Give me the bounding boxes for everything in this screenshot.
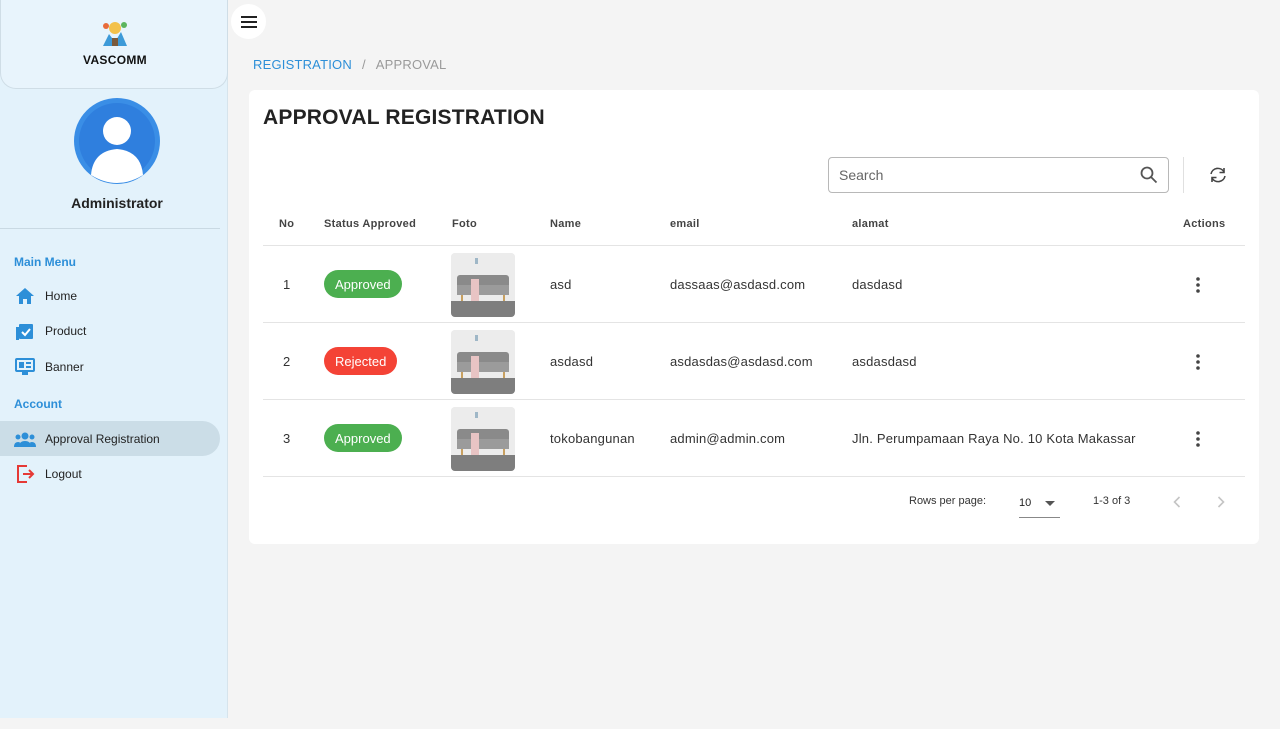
cell-alamat: dasdasd	[852, 277, 903, 292]
sidebar-item-label: Logout	[45, 466, 82, 481]
hamburger-icon	[240, 15, 257, 28]
column-header-alamat: alamat	[852, 218, 889, 230]
rows-per-page-value: 10	[1019, 497, 1032, 509]
cell-no: 1	[283, 277, 291, 292]
breadcrumb-link-registration[interactable]: REGISTRATION	[253, 57, 352, 72]
row-actions-button[interactable]	[1187, 428, 1209, 450]
column-header-name: Name	[550, 218, 582, 230]
brand-logo	[103, 22, 127, 46]
page-title: APPROVAL REGISTRATION	[263, 106, 545, 129]
sidebar-item-label: Product	[45, 323, 87, 338]
table-row: 3 Approved tokobangunan admin@admin.com …	[263, 400, 1245, 477]
brand-header: VASCOMM	[0, 0, 228, 89]
status-badge: Rejected	[324, 347, 398, 375]
row-actions-button[interactable]	[1187, 351, 1209, 373]
home-icon	[14, 285, 36, 307]
cell-no: 3	[283, 431, 291, 446]
chevron-right-icon	[1217, 496, 1225, 508]
monitor-icon	[14, 356, 36, 378]
sidebar-item-label: Approval Registration	[45, 431, 160, 446]
sidebar-item-banner[interactable]: Banner	[0, 349, 220, 384]
table-row: 2 Rejected asdasd asdasdas@asdasd.com as…	[263, 323, 1245, 400]
more-vertical-icon	[1196, 431, 1200, 447]
breadcrumb-current: APPROVAL	[375, 57, 447, 72]
cell-email: admin@admin.com	[670, 431, 786, 446]
column-header-status: Status Approved	[324, 218, 417, 230]
rows-per-page-select[interactable]: 10	[1019, 490, 1060, 518]
search-icon[interactable]	[1140, 166, 1158, 184]
sidebar-item-product[interactable]: Product	[0, 313, 220, 348]
sidebar-item-label: Banner	[45, 359, 84, 374]
breadcrumb-separator: /	[361, 57, 366, 72]
section-main-menu: Main Menu	[14, 255, 76, 269]
pagination-range: 1-3 of 3	[1093, 495, 1131, 507]
more-vertical-icon	[1196, 277, 1200, 293]
cell-alamat: Jln. Perumpamaan Raya No. 10 Kota Makass…	[852, 431, 1136, 446]
logout-icon	[14, 463, 36, 485]
column-header-foto: Foto	[452, 218, 478, 230]
cell-no: 2	[283, 354, 291, 369]
more-vertical-icon	[1196, 354, 1200, 370]
search-input[interactable]	[839, 167, 1140, 183]
cell-name: asdasd	[550, 354, 594, 369]
cell-name: tokobangunan	[550, 431, 635, 446]
column-header-no: No	[279, 218, 295, 230]
next-page-button[interactable]	[1210, 491, 1232, 513]
column-header-actions: Actions	[1183, 218, 1226, 230]
users-icon	[14, 428, 36, 450]
chevron-left-icon	[1173, 496, 1181, 508]
sidebar: VASCOMM Administrator Main Menu Home Pro…	[0, 0, 228, 718]
clipboard-check-icon	[14, 320, 36, 342]
column-header-email: email	[670, 218, 700, 230]
status-badge: Approved	[324, 270, 402, 298]
product-photo	[451, 253, 515, 317]
sidebar-item-approval-registration[interactable]: Approval Registration	[0, 421, 220, 456]
breadcrumb: REGISTRATION / APPROVAL	[253, 57, 447, 72]
sidebar-divider	[0, 228, 220, 229]
previous-page-button[interactable]	[1166, 491, 1188, 513]
refresh-icon	[1210, 167, 1226, 183]
chevron-down-icon	[1045, 501, 1055, 506]
rows-per-page-label: Rows per page:	[909, 495, 987, 507]
cell-alamat: asdasdasd	[852, 354, 917, 369]
product-photo	[451, 407, 515, 471]
product-photo	[451, 330, 515, 394]
table-row: 1 Approved asd dassaas@asdasd.com dasdas…	[263, 246, 1245, 323]
row-actions-button[interactable]	[1187, 274, 1209, 296]
refresh-button[interactable]	[1205, 163, 1231, 187]
registration-table: No Status Approved Foto Name email alama…	[263, 203, 1245, 477]
brand-name: VASCOMM	[83, 53, 147, 67]
cell-name: asd	[550, 277, 572, 292]
cell-email: dassaas@asdasd.com	[670, 277, 806, 292]
cell-email: asdasdas@asdasd.com	[670, 354, 813, 369]
sidebar-item-home[interactable]: Home	[0, 278, 220, 313]
search-field[interactable]	[828, 157, 1169, 193]
sidebar-item-logout[interactable]: Logout	[0, 456, 220, 491]
user-name: Administrator	[71, 195, 163, 211]
approval-card: APPROVAL REGISTRATION No Status Approved…	[249, 90, 1259, 544]
status-badge: Approved	[324, 424, 402, 452]
sidebar-item-label: Home	[45, 288, 78, 303]
avatar	[74, 98, 160, 184]
section-account: Account	[14, 397, 62, 411]
table-header: No Status Approved Foto Name email alama…	[263, 203, 1245, 246]
menu-toggle-button[interactable]	[231, 4, 266, 39]
toolbar-divider	[1183, 157, 1184, 193]
